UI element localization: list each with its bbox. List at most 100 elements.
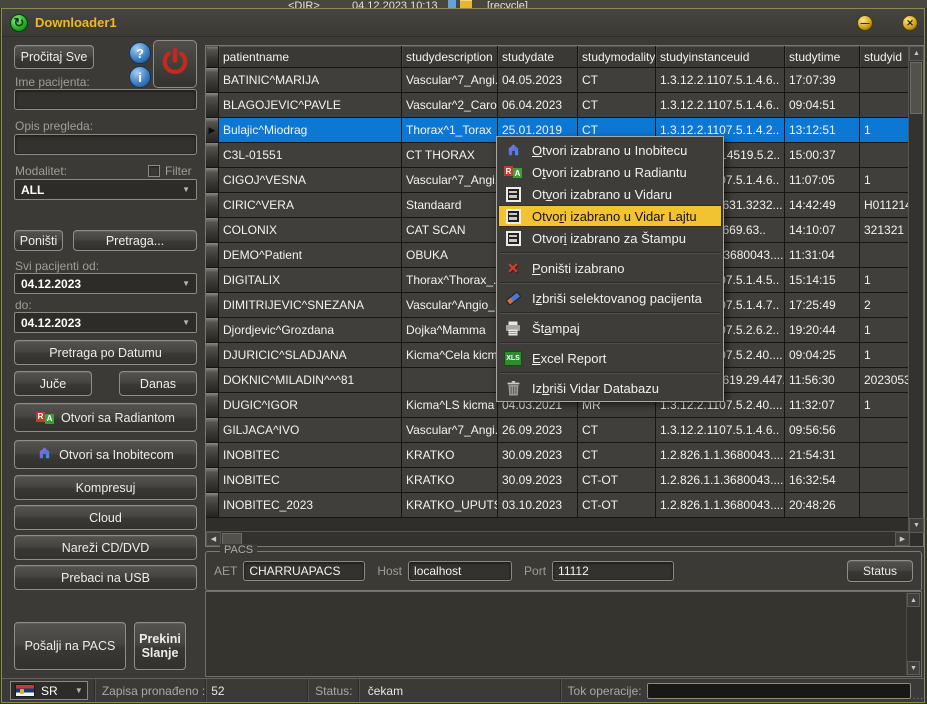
column-header-studydescription[interactable]: studydescription <box>402 46 498 68</box>
row-header[interactable] <box>206 68 219 93</box>
table-cell[interactable]: COLONIX <box>219 218 402 243</box>
read-all-button[interactable]: Pročitaj Sve <box>14 45 94 69</box>
port-input[interactable]: 11112 <box>552 561 674 581</box>
table-cell[interactable]: DIMITRIJEVIC^SNEZANA <box>219 293 402 318</box>
table-cell[interactable]: 1.3.12.2.1107.5.1.4.6.. <box>656 68 785 93</box>
table-cell[interactable]: 14:10:07 <box>785 218 860 243</box>
language-select[interactable]: SR ▼ <box>10 681 88 700</box>
table-cell[interactable]: H0112144 <box>860 193 910 218</box>
table-cell[interactable]: Vascular^2_Caro.. <box>402 93 498 118</box>
cloud-button[interactable]: Cloud <box>14 505 197 530</box>
row-header[interactable] <box>206 268 219 293</box>
table-cell[interactable]: 19:20:44 <box>785 318 860 343</box>
table-cell[interactable]: 2 <box>860 293 910 318</box>
resize-grip[interactable]: ... <box>913 691 924 702</box>
table-cell[interactable]: 04.05.2023 <box>498 68 578 93</box>
open-with-radiant-button[interactable]: RA Otvori sa Radiantom <box>14 403 197 432</box>
table-cell[interactable]: Djordjevic^Grozdana <box>219 318 402 343</box>
table-cell[interactable]: OBUKA <box>402 243 498 268</box>
table-cell[interactable]: CT THORAX <box>402 143 498 168</box>
column-header-studymodality[interactable]: studymodality <box>578 46 656 68</box>
status-button[interactable]: Status <box>847 560 913 582</box>
table-cell[interactable]: DIGITALIX <box>219 268 402 293</box>
table-cell[interactable]: 1.3.12.2.1107.5.1.4.6.. <box>656 93 785 118</box>
table-vertical-scrollbar[interactable]: ▲ ▼ <box>908 46 923 533</box>
search-button[interactable]: Pretraga... <box>73 230 197 251</box>
table-cell[interactable]: DOKNIC^MILADIN^^^81 <box>219 368 402 393</box>
menu-item[interactable]: RAOtvori izabrano u Radiantu <box>498 161 722 183</box>
table-cell[interactable]: Kicma^LS kicma <box>402 393 498 418</box>
scroll-right-arrow-icon[interactable]: ▶ <box>895 532 910 546</box>
copy-usb-button[interactable]: Prebaci na USB <box>14 565 197 590</box>
table-cell[interactable]: 15:14:15 <box>785 268 860 293</box>
column-header-patientname[interactable]: patientname <box>219 46 402 68</box>
host-input[interactable]: localhost <box>408 561 512 581</box>
table-cell[interactable]: CT <box>578 418 656 443</box>
table-cell[interactable]: 21:54:31 <box>785 443 860 468</box>
table-horizontal-scrollbar[interactable]: ◀ ▶ <box>206 531 910 546</box>
table-cell[interactable]: 1 <box>860 393 910 418</box>
power-button[interactable] <box>153 40 197 88</box>
table-cell[interactable]: 1.2.826.1.1.3680043.... <box>656 468 785 493</box>
table-cell[interactable]: INOBITEC_2023 <box>219 493 402 518</box>
table-cell[interactable]: Vascular^7_Angi... <box>402 418 498 443</box>
table-cell[interactable]: INOBITEC <box>219 443 402 468</box>
table-cell[interactable]: Thorax^Thorax_.. <box>402 268 498 293</box>
row-header[interactable] <box>206 143 219 168</box>
log-vertical-scrollbar[interactable]: ▲ ▼ <box>906 593 920 675</box>
menu-item[interactable]: Štampaj <box>498 317 722 339</box>
row-header[interactable] <box>206 193 219 218</box>
column-header-studydate[interactable]: studydate <box>498 46 578 68</box>
date-from-select[interactable]: 04.12.2023 ▼ <box>14 273 197 294</box>
table-cell[interactable] <box>860 243 910 268</box>
table-cell[interactable]: Standaard <box>402 193 498 218</box>
menu-item[interactable]: ✕Poništi izabrano <box>498 257 722 279</box>
minimize-button[interactable]: — <box>857 15 873 31</box>
filter-checkbox[interactable] <box>148 165 160 177</box>
row-header[interactable] <box>206 393 219 418</box>
table-cell[interactable]: CIRIC^VERA <box>219 193 402 218</box>
table-cell[interactable]: BLAGOJEVIC^PAVLE <box>219 93 402 118</box>
menu-item[interactable]: XLSExcel Report <box>498 347 722 369</box>
table-cell[interactable]: Vascular^Angio_.. <box>402 293 498 318</box>
table-cell[interactable]: CAT SCAN <box>402 218 498 243</box>
table-cell[interactable]: 321321 <box>860 218 910 243</box>
table-cell[interactable]: Dojka^Mamma <box>402 318 498 343</box>
menu-item[interactable]: Otvori izabrano za Štampu <box>498 227 722 249</box>
table-cell[interactable]: 26.09.2023 <box>498 418 578 443</box>
table-cell[interactable]: 09:04:25 <box>785 343 860 368</box>
scroll-up-arrow-icon[interactable]: ▲ <box>907 593 920 607</box>
table-cell[interactable]: CIGOJ^VESNA <box>219 168 402 193</box>
column-header-studyinstanceuid[interactable]: studyinstanceuid <box>656 46 785 68</box>
search-by-date-button[interactable]: Pretraga po Datumu <box>14 340 197 365</box>
row-header[interactable] <box>206 343 219 368</box>
table-cell[interactable]: 1 <box>860 168 910 193</box>
table-cell[interactable]: CT <box>578 93 656 118</box>
table-cell[interactable] <box>860 68 910 93</box>
row-header[interactable] <box>206 318 219 343</box>
table-cell[interactable]: 06.04.2023 <box>498 93 578 118</box>
table-cell[interactable]: DJURICIC^SLADJANA <box>219 343 402 368</box>
modality-select[interactable]: ALL ▼ <box>14 179 197 200</box>
scroll-up-arrow-icon[interactable]: ▲ <box>909 46 924 61</box>
burn-cd-button[interactable]: Nareži CD/DVD <box>14 535 197 560</box>
row-header[interactable] <box>206 93 219 118</box>
row-header[interactable] <box>206 218 219 243</box>
reset-button[interactable]: Poništi <box>14 230 63 251</box>
table-cell[interactable]: Vascular^7_Angi... <box>402 168 498 193</box>
table-cell[interactable]: 17:25:49 <box>785 293 860 318</box>
row-header[interactable]: ▶ <box>206 118 219 143</box>
table-cell[interactable]: 03.10.2023 <box>498 493 578 518</box>
compress-button[interactable]: Kompresuj <box>14 475 197 500</box>
table-cell[interactable]: 15:00:37 <box>785 143 860 168</box>
close-button[interactable]: ✕ <box>902 15 918 31</box>
table-cell[interactable]: 09:04:51 <box>785 93 860 118</box>
table-cell[interactable]: BATINIC^MARIJA <box>219 68 402 93</box>
row-header[interactable] <box>206 293 219 318</box>
scroll-down-arrow-icon[interactable]: ▼ <box>907 661 920 675</box>
table-cell[interactable]: Kicma^Cela kicma <box>402 343 498 368</box>
menu-item[interactable]: Izbriši selektovanog pacijenta <box>498 287 722 309</box>
menu-item[interactable]: Izbriši Vidar Databazu <box>498 377 722 399</box>
table-cell[interactable]: INOBITEC <box>219 468 402 493</box>
table-cell[interactable]: 1.2.826.1.1.3680043.... <box>656 443 785 468</box>
